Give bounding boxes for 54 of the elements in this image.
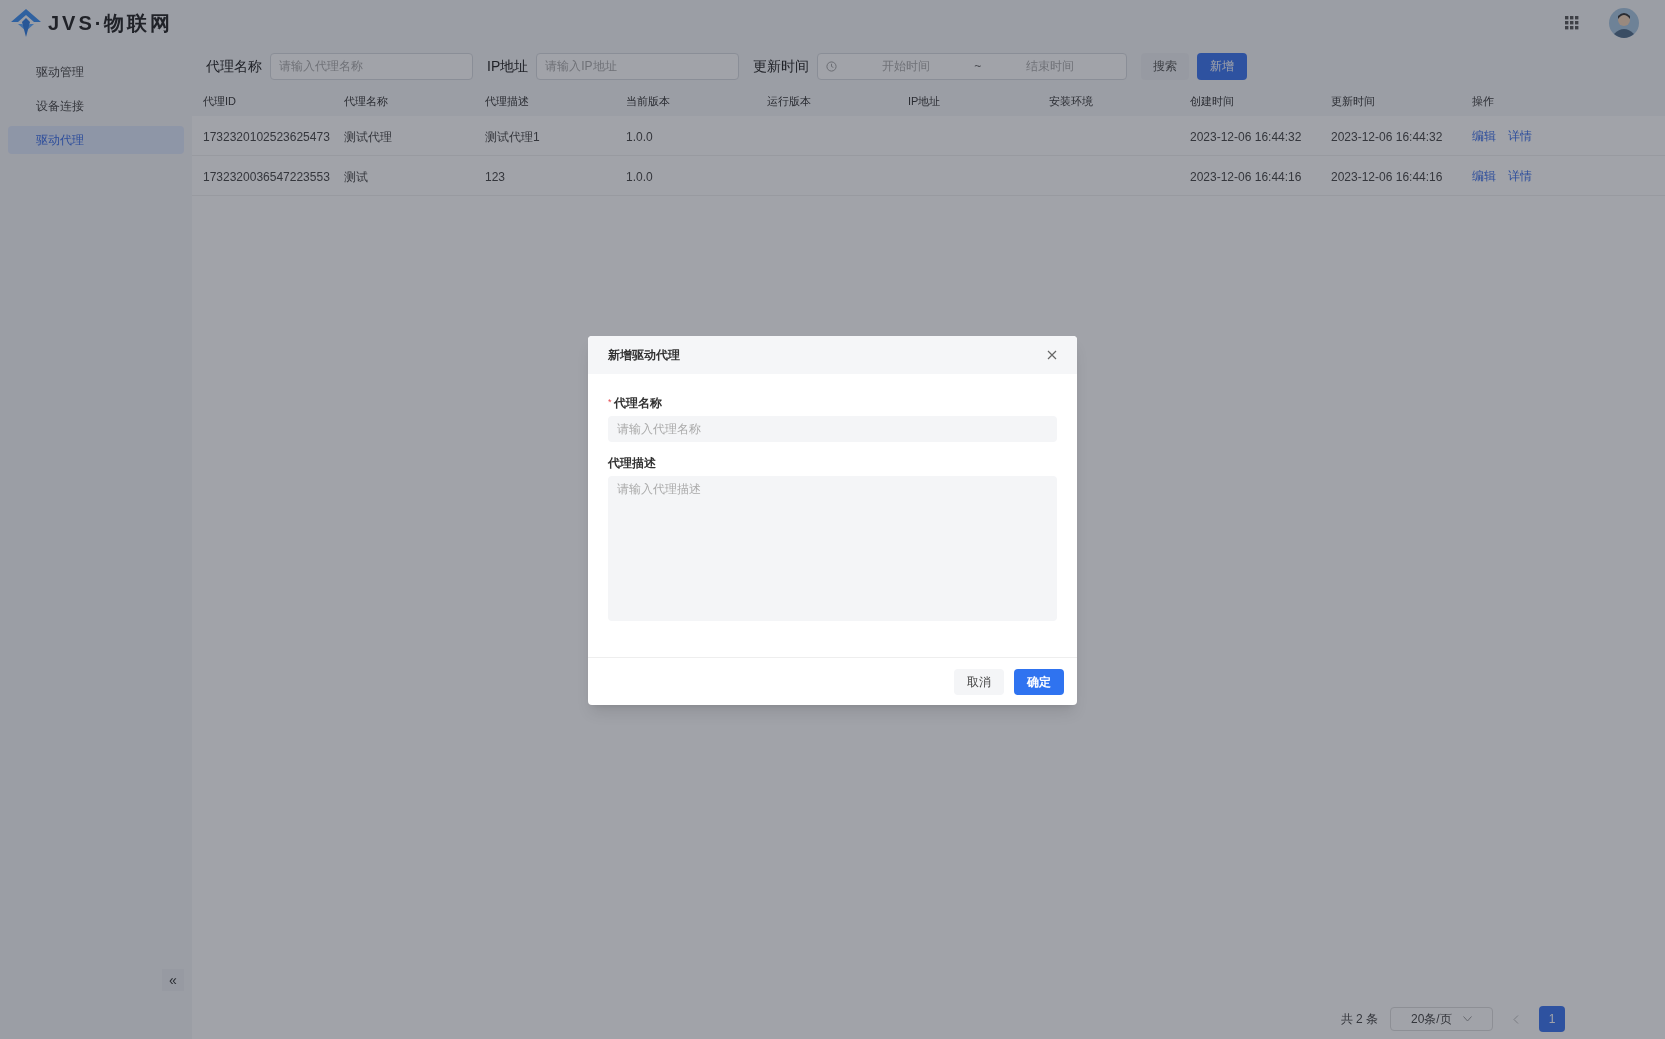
logo-icon [10,8,42,38]
column-header: IP地址 [908,93,942,109]
description-textarea[interactable]: 请输入代理描述 [608,476,1057,621]
dialog-title: 新增驱动代理 [608,347,680,364]
table-cell: 1732320036547223553 [203,169,330,184]
page-size-select[interactable]: 20条/页 [1390,1007,1493,1031]
table-cell: 123 [485,169,506,184]
column-header: 运行版本 [767,93,812,109]
row-action-link[interactable]: 编辑 [1472,166,1496,185]
filter-label: IP地址 [487,56,529,76]
column-header: 更新时间 [1331,93,1376,109]
clock-icon [826,60,838,72]
cancel-button[interactable]: 取消 [954,668,1004,695]
sidebar-item[interactable]: 设备连接 [8,92,184,120]
column-header: 代理ID [203,93,237,109]
confirm-button[interactable]: 确定 [1014,668,1064,695]
filter-label: 代理名称 [206,56,262,76]
field-label: 代理名称 [613,395,662,412]
collapse-button[interactable]: « [162,969,184,991]
table-cell: 1732320102523625473 [203,129,330,144]
column-header: 代理描述 [485,93,530,109]
table-cell: 测试代理1 [485,129,540,144]
column-header: 代理名称 [344,93,389,109]
table-cell: 测试 [344,169,368,184]
sidebar-item[interactable]: 驱动管理 [8,58,184,86]
table-cell: 1.0.0 [626,129,653,144]
column-header: 创建时间 [1190,93,1235,109]
required-mark: * [608,396,612,410]
apps-grid-icon[interactable] [1565,16,1579,30]
field-label: 代理描述 [608,455,656,472]
sidebar-item[interactable]: 驱动代理 [8,126,184,154]
row-action-link[interactable]: 详情 [1508,126,1532,145]
row-action-link[interactable]: 详情 [1508,166,1532,185]
search-button[interactable]: 搜索 [1141,52,1190,80]
name-input[interactable]: 请输入代理名称 [608,416,1057,442]
chevron-down-icon [1463,1016,1472,1022]
table-cell: 2023-12-06 16:44:32 [1331,129,1443,144]
range-separator: ~ [974,58,982,75]
page-button[interactable]: 1 [1539,1006,1565,1032]
table-cell: 1.0.0 [626,169,653,184]
table-cell: 2023-12-06 16:44:16 [1331,169,1443,184]
row-action-link[interactable]: 编辑 [1472,126,1496,145]
total-count: 共 2 条 [1340,1011,1378,1028]
column-header: 安装环境 [1049,93,1094,109]
table-cell: 2023-12-06 16:44:32 [1190,129,1302,144]
avatar-icon[interactable] [1609,8,1639,38]
table-cell: 测试代理 [344,129,392,144]
filter-label: 更新时间 [753,56,810,76]
column-header: 操作 [1472,93,1495,109]
column-header: 当前版本 [626,93,671,109]
close-icon[interactable] [1047,350,1057,360]
app-title: JVS·物联网 [48,11,174,36]
table-cell: 2023-12-06 16:44:16 [1190,169,1302,184]
add-button[interactable]: 新增 [1197,52,1248,80]
